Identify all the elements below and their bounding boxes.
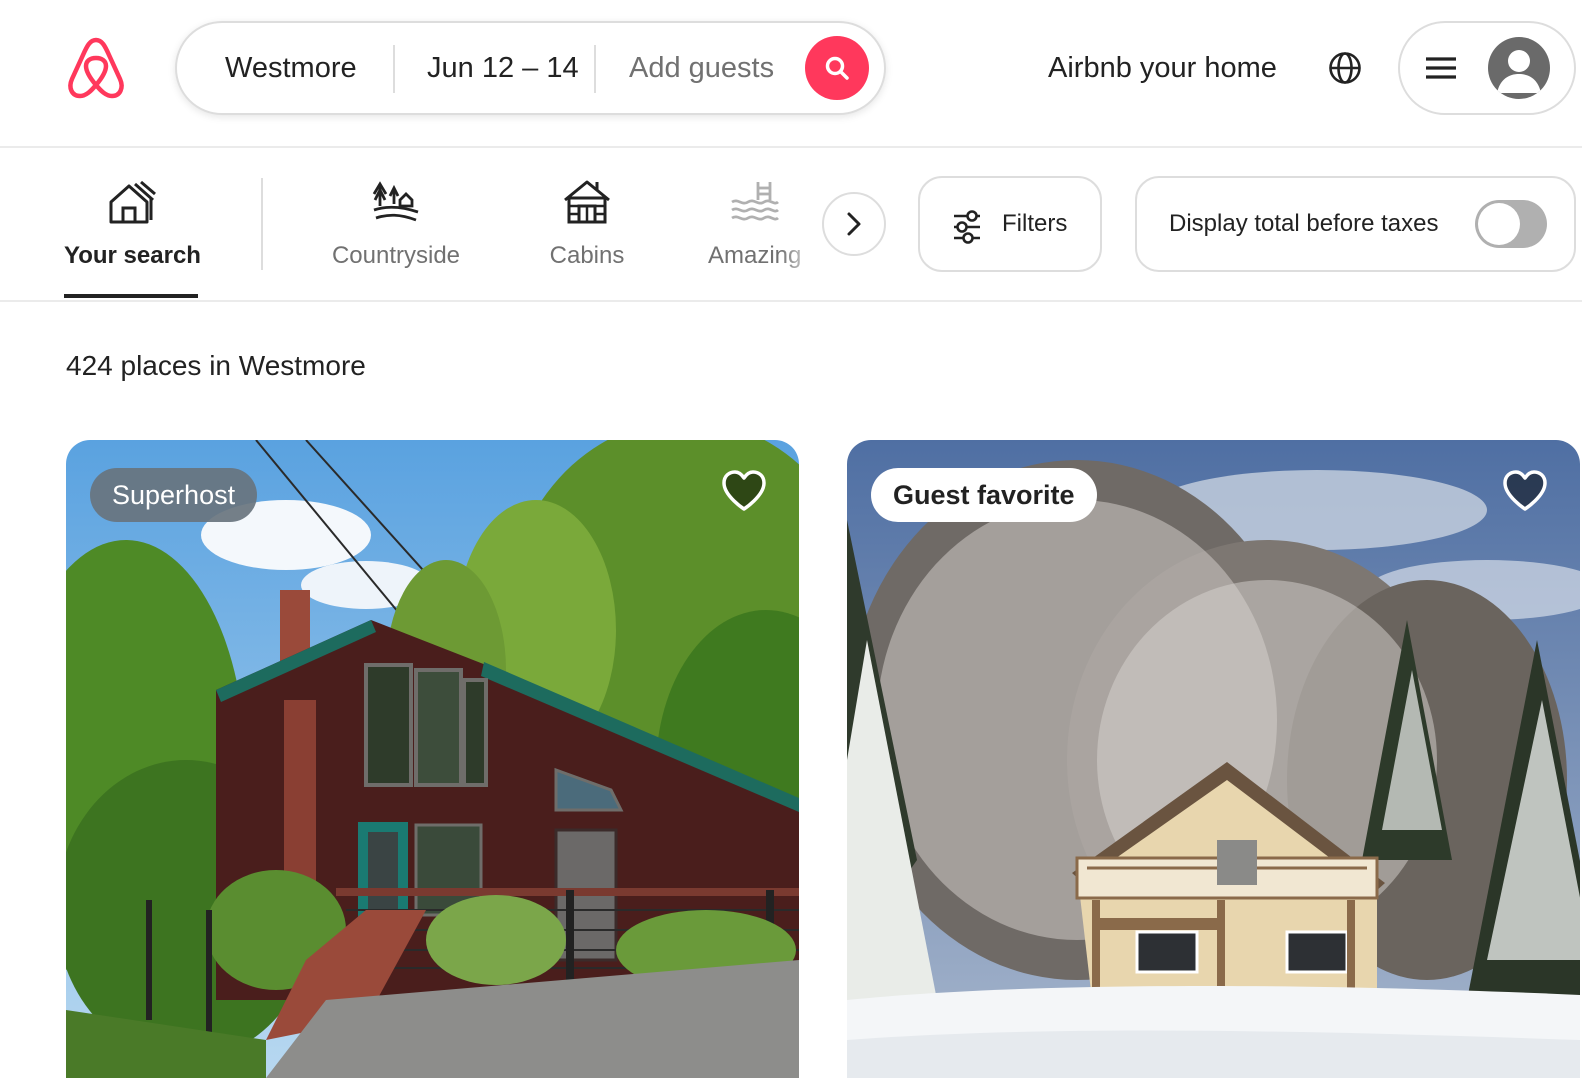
sliders-icon [954,210,980,244]
category-countryside[interactable]: Countryside [318,176,474,300]
search-bar[interactable]: Westmore Jun 12 – 14 Add guests [175,21,886,115]
listing-photo [847,440,1580,1078]
category-cabins[interactable]: Cabins [542,176,632,300]
listing-card[interactable]: Superhost [66,440,799,1078]
listing-photo [66,440,799,1078]
category-separator [261,178,263,270]
active-category-underline [64,294,198,298]
toggle-knob [1478,203,1520,245]
display-total-toggle-box: Display total before taxes [1135,176,1576,272]
search-guests[interactable]: Add guests [629,23,774,113]
search-location[interactable]: Westmore [225,23,357,113]
category-next-button[interactable] [822,192,886,256]
category-label: Cabins [549,242,625,269]
category-bar: Your search Countryside Cabins Amazing F… [0,148,1582,302]
listing-card[interactable]: Guest favorite [847,440,1580,1078]
search-dates[interactable]: Jun 12 – 14 [427,23,579,113]
language-button[interactable] [1317,40,1373,96]
search-button[interactable] [805,36,869,100]
user-menu-button[interactable] [1398,21,1576,115]
search-icon [825,56,849,80]
hamburger-icon [1426,57,1456,79]
results-count: 424 places in Westmore [66,350,366,381]
chevron-right-icon [847,212,861,236]
search-divider [393,45,395,93]
heart-icon[interactable] [719,466,769,516]
heart-icon[interactable] [1500,466,1550,516]
filters-label: Filters [1002,210,1068,237]
airbnb-logo[interactable] [64,34,128,102]
person-icon [1497,50,1541,93]
category-your-search[interactable]: Your search [64,176,201,300]
display-total-toggle[interactable] [1475,200,1547,248]
globe-icon [1329,52,1361,84]
user-avatar [1488,37,1550,99]
countryside-icon [372,181,419,222]
search-divider [594,45,596,93]
superhost-badge: Superhost [90,468,258,522]
guest-favorite-badge: Guest favorite [871,468,1097,522]
pool-icon [731,182,779,221]
filters-button[interactable]: Filters [918,176,1102,272]
category-label: Countryside [331,242,461,269]
display-total-label: Display total before taxes [1169,210,1439,237]
house-search-icon [109,180,156,224]
top-header: Westmore Jun 12 – 14 Add guests Airbnb y… [0,0,1582,148]
category-fade [780,176,820,286]
category-label: Your search [64,242,201,269]
cabin-icon [564,180,610,224]
airbnb-your-home-link[interactable]: Airbnb your home [1030,40,1295,96]
